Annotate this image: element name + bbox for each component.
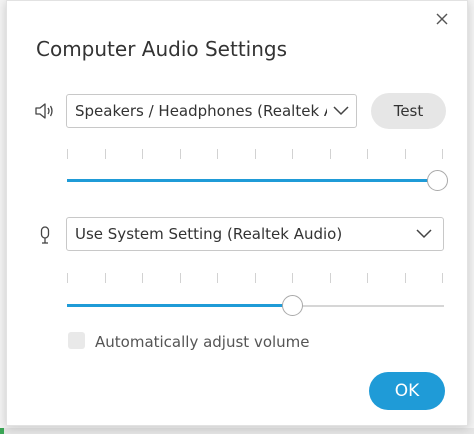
speaker-icon	[33, 99, 57, 123]
level-tick	[442, 149, 443, 159]
microphone-volume-slider[interactable]	[67, 294, 444, 318]
level-tick	[105, 149, 106, 159]
level-tick	[180, 149, 181, 159]
level-tick	[105, 273, 106, 283]
level-tick	[67, 273, 68, 283]
level-tick	[442, 273, 443, 283]
level-tick	[292, 273, 293, 283]
level-tick	[217, 149, 218, 159]
level-tick	[292, 149, 293, 159]
microphone-icon	[33, 223, 57, 247]
chevron-down-icon	[416, 229, 432, 239]
background-green-accent	[0, 428, 4, 434]
ok-button[interactable]: OK	[369, 372, 445, 410]
level-tick	[67, 149, 68, 159]
speaker-slider-thumb[interactable]	[427, 170, 448, 191]
level-tick	[367, 149, 368, 159]
microphone-select[interactable]: Use System Setting (Realtek Audio)	[66, 217, 444, 251]
level-tick	[330, 273, 331, 283]
close-icon	[436, 13, 448, 25]
microphone-slider-thumb[interactable]	[282, 295, 303, 316]
chevron-down-icon	[333, 106, 349, 116]
auto-adjust-label: Automatically adjust volume	[95, 333, 310, 351]
microphone-slider-fill	[67, 304, 293, 307]
speaker-select[interactable]: Speakers / Headphones (Realtek Audio)	[66, 94, 357, 128]
speaker-volume-slider[interactable]	[67, 169, 448, 193]
background-bottom-bar	[0, 428, 474, 434]
level-tick	[142, 273, 143, 283]
level-tick	[255, 149, 256, 159]
level-tick	[180, 273, 181, 283]
dialog-title: Computer Audio Settings	[36, 37, 288, 61]
microphone-select-value: Use System Setting (Realtek Audio)	[75, 225, 343, 243]
auto-adjust-checkbox[interactable]	[68, 332, 85, 349]
level-tick	[367, 273, 368, 283]
level-tick	[405, 149, 406, 159]
level-tick	[142, 149, 143, 159]
audio-settings-dialog: Computer Audio Settings Speakers / Headp…	[6, 0, 468, 426]
speaker-level-ticks	[67, 149, 443, 159]
speaker-slider-fill	[67, 179, 438, 182]
level-tick	[405, 273, 406, 283]
microphone-level-ticks	[67, 273, 443, 283]
close-button[interactable]	[432, 9, 452, 29]
level-tick	[330, 149, 331, 159]
speaker-select-value: Speakers / Headphones (Realtek Audio)	[75, 102, 327, 120]
test-speaker-button[interactable]: Test	[371, 93, 446, 129]
level-tick	[217, 273, 218, 283]
level-tick	[255, 273, 256, 283]
